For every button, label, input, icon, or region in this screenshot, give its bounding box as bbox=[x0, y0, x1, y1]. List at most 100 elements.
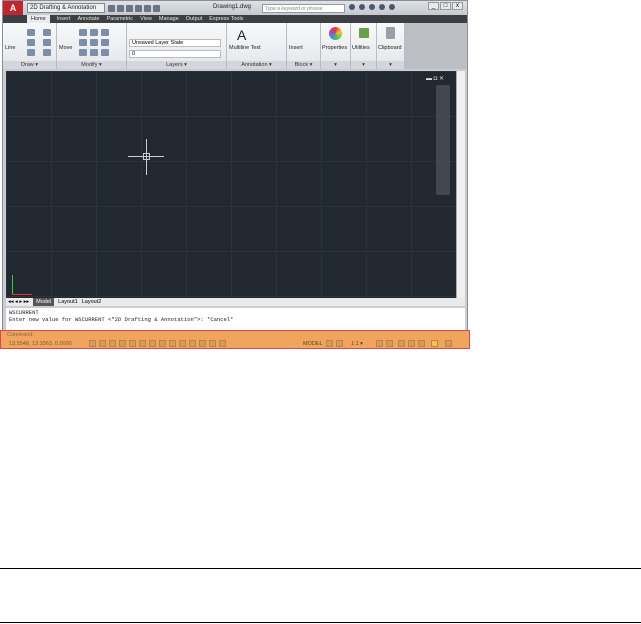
tab-parametric[interactable]: Parametric bbox=[106, 15, 133, 23]
annotation-scale-dropdown[interactable]: 1:1 ▾ bbox=[351, 341, 363, 347]
circle-icon[interactable] bbox=[27, 39, 35, 46]
vertical-scrollbar[interactable] bbox=[456, 71, 465, 298]
workspace-switching-icon[interactable] bbox=[398, 340, 405, 347]
mirror-icon[interactable] bbox=[79, 39, 87, 46]
clean-screen-icon[interactable] bbox=[445, 340, 452, 347]
tab-layout1[interactable]: Layout1 bbox=[58, 298, 78, 306]
subscription-icon[interactable] bbox=[369, 4, 375, 10]
help-icon[interactable] bbox=[389, 4, 395, 10]
transparency-icon[interactable] bbox=[199, 340, 206, 347]
layer-dropdown[interactable]: 0 bbox=[129, 50, 221, 58]
fillet-icon[interactable] bbox=[90, 39, 98, 46]
maximize-button[interactable]: □ bbox=[440, 2, 451, 10]
viewport-controls[interactable]: ▬ ◘ ✕ bbox=[426, 75, 444, 82]
utilities-button[interactable]: Utilities bbox=[352, 45, 370, 51]
lineweight-icon[interactable] bbox=[189, 340, 196, 347]
clipboard-panel-arrow[interactable]: ▾ bbox=[377, 61, 404, 69]
tab-view[interactable]: View bbox=[140, 15, 152, 23]
move-button[interactable]: Move bbox=[59, 45, 72, 51]
wrench-icon[interactable] bbox=[359, 4, 365, 10]
arc-icon[interactable] bbox=[43, 29, 51, 36]
erase-icon[interactable] bbox=[79, 49, 87, 56]
minimize-button[interactable]: _ bbox=[428, 2, 439, 10]
ellipse-icon[interactable] bbox=[27, 49, 35, 56]
dyn-icon[interactable] bbox=[179, 340, 186, 347]
tab-annotate[interactable]: Annotate bbox=[77, 15, 99, 23]
tab-model[interactable]: Model bbox=[33, 298, 55, 306]
block-panel-label[interactable]: Block ▾ bbox=[287, 61, 320, 69]
tab-express-tools[interactable]: Express Tools bbox=[209, 15, 243, 23]
open-icon[interactable] bbox=[117, 4, 124, 12]
search-input[interactable]: Type a keyword or phrase bbox=[262, 4, 345, 13]
rotate-icon[interactable] bbox=[79, 29, 87, 36]
divider-line bbox=[0, 622, 641, 623]
properties-icon[interactable] bbox=[329, 27, 342, 40]
isolate-objects-icon[interactable] bbox=[431, 340, 438, 347]
grid-icon[interactable] bbox=[109, 340, 116, 347]
osnap-icon[interactable] bbox=[139, 340, 146, 347]
otrack-icon[interactable] bbox=[159, 340, 166, 347]
draw-panel: Line Draw ▾ bbox=[3, 23, 57, 69]
plot-icon[interactable] bbox=[153, 4, 160, 12]
save-icon[interactable] bbox=[126, 4, 133, 12]
quick-view-layouts-icon[interactable] bbox=[326, 340, 333, 347]
array-icon[interactable] bbox=[101, 49, 109, 56]
clipboard-button[interactable]: Clipboard bbox=[378, 45, 402, 51]
polyline-icon[interactable] bbox=[27, 29, 35, 36]
scale-icon[interactable] bbox=[90, 49, 98, 56]
properties-panel-arrow[interactable]: ▾ bbox=[321, 61, 350, 69]
navigation-bar[interactable] bbox=[436, 85, 450, 195]
rectangle-icon[interactable] bbox=[43, 39, 51, 46]
quick-view-drawings-icon[interactable] bbox=[336, 340, 343, 347]
tab-output[interactable]: Output bbox=[186, 15, 203, 23]
hardware-acceleration-icon[interactable] bbox=[418, 340, 425, 347]
stretch-icon[interactable] bbox=[101, 39, 109, 46]
hatch-icon[interactable] bbox=[43, 49, 51, 56]
app-menu-button[interactable]: A bbox=[3, 1, 23, 15]
layout-tabs: ◂◂ ◂ ▸ ▸▸ Model Layout1 Layout2 bbox=[6, 298, 465, 306]
annotation-panel-label[interactable]: Annotation ▾ bbox=[227, 61, 286, 69]
utilities-panel-arrow[interactable]: ▾ bbox=[351, 61, 376, 69]
lock-icon[interactable] bbox=[408, 340, 415, 347]
utilities-icon[interactable] bbox=[359, 28, 369, 38]
insert-button[interactable]: Insert bbox=[289, 45, 303, 51]
drawing-canvas[interactable]: ▬ ◘ ✕ bbox=[6, 71, 456, 298]
trim-icon[interactable] bbox=[90, 29, 98, 36]
3d-osnap-icon[interactable] bbox=[149, 340, 156, 347]
infer-constraints-icon[interactable] bbox=[89, 340, 96, 347]
text-icon[interactable]: A bbox=[237, 27, 246, 43]
multiline-text-button[interactable]: Multiline Text bbox=[229, 45, 261, 51]
layers-panel-label[interactable]: Layers ▾ bbox=[127, 61, 226, 69]
undo-icon[interactable] bbox=[135, 4, 142, 12]
modify-panel-label[interactable]: Modify ▾ bbox=[57, 61, 126, 69]
polar-icon[interactable] bbox=[129, 340, 136, 347]
redo-icon[interactable] bbox=[144, 4, 151, 12]
auto-scale-icon[interactable] bbox=[386, 340, 393, 347]
star-icon[interactable] bbox=[379, 4, 385, 10]
tab-manage[interactable]: Manage bbox=[159, 15, 179, 23]
workspace-dropdown[interactable]: 2D Drafting & Annotation bbox=[27, 3, 105, 13]
new-icon[interactable] bbox=[108, 4, 115, 12]
binoculars-icon[interactable] bbox=[349, 4, 355, 10]
clipboard-icon[interactable] bbox=[386, 27, 395, 39]
snap-icon[interactable] bbox=[99, 340, 106, 347]
tab-nav-arrows[interactable]: ◂◂ ◂ ▸ ▸▸ bbox=[8, 298, 29, 306]
tab-home[interactable]: Home bbox=[27, 15, 50, 23]
close-button[interactable]: x bbox=[452, 2, 463, 10]
properties-panel: Properties ▾ bbox=[321, 23, 351, 69]
tab-insert[interactable]: Insert bbox=[57, 15, 71, 23]
layer-state-dropdown[interactable]: Unsaved Layer State bbox=[129, 39, 221, 47]
properties-button[interactable]: Properties bbox=[322, 45, 347, 51]
draw-panel-label[interactable]: Draw ▾ bbox=[3, 61, 56, 69]
status-bar-highlight: Command: 13.5548, 13.3363, 0.0000 MODEL … bbox=[0, 330, 470, 349]
selection-cycling-icon[interactable] bbox=[219, 340, 226, 347]
annotation-visibility-icon[interactable] bbox=[376, 340, 383, 347]
tab-layout2[interactable]: Layout2 bbox=[82, 298, 102, 306]
model-space-button[interactable]: MODEL bbox=[303, 341, 323, 347]
line-button[interactable]: Line bbox=[5, 45, 15, 51]
quick-properties-icon[interactable] bbox=[209, 340, 216, 347]
ortho-icon[interactable] bbox=[119, 340, 126, 347]
ducs-icon[interactable] bbox=[169, 340, 176, 347]
copy-icon[interactable] bbox=[101, 29, 109, 36]
command-prompt[interactable]: Command: bbox=[7, 332, 34, 338]
